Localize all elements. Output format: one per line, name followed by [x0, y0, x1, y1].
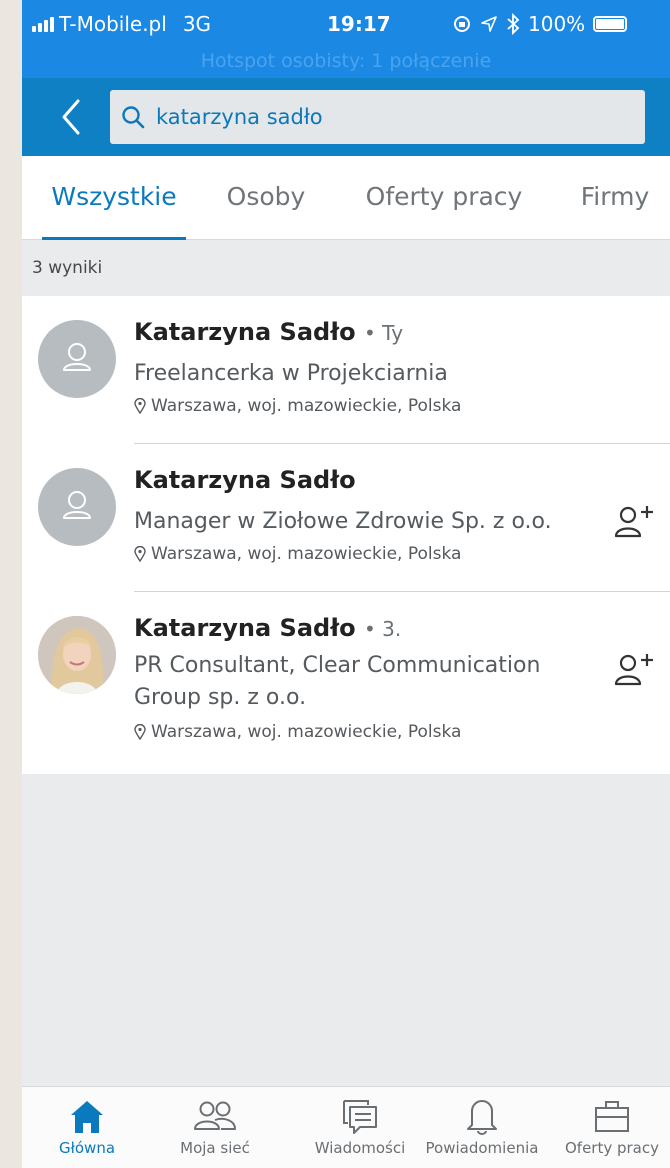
result-name-text: Katarzyna Sadło	[134, 466, 356, 494]
rotation-lock-icon	[454, 16, 470, 32]
results-count: 3 wyniki	[32, 258, 103, 278]
location-pin-icon	[134, 724, 146, 740]
result-item[interactable]: Katarzyna Sadło • Ty Freelancerka w Proj…	[22, 296, 670, 444]
location-pin-icon	[134, 398, 146, 414]
nav-label: Oferty pracy	[564, 1139, 659, 1157]
avatar	[38, 320, 116, 398]
carrier-info: T-Mobile.pl 3G	[32, 12, 211, 36]
nav-messages[interactable]: Wiadomości	[305, 1087, 415, 1168]
chevron-left-icon	[62, 99, 80, 135]
location-icon	[481, 16, 497, 32]
back-button[interactable]	[56, 97, 88, 137]
carrier-name: T-Mobile.pl	[59, 12, 167, 36]
nav-label: Powiadomienia	[425, 1139, 539, 1157]
filter-tabs: Wszystkie Osoby Oferty pracy Firmy	[22, 156, 670, 240]
result-name: Katarzyna Sadło • 3.	[134, 614, 401, 642]
connect-button[interactable]	[612, 502, 656, 542]
nav-notifications[interactable]: Powiadomienia	[420, 1087, 544, 1168]
result-headline: PR Consultant, Clear Communication Group…	[134, 653, 541, 710]
connection-degree: • 3.	[363, 617, 402, 641]
results-list: Katarzyna Sadło • Ty Freelancerka w Proj…	[22, 296, 670, 774]
search-header	[22, 78, 670, 156]
signal-icon	[32, 16, 54, 32]
result-name-text: Katarzyna Sadło	[134, 614, 356, 642]
result-name-text: Katarzyna Sadło	[134, 318, 356, 346]
result-name: Katarzyna Sadło	[134, 466, 356, 494]
placeholder-person-icon	[63, 343, 91, 371]
search-icon	[122, 106, 145, 129]
clock: 19:17	[327, 12, 391, 36]
connect-button[interactable]	[612, 650, 656, 690]
nav-label: Wiadomości	[314, 1139, 406, 1157]
nav-label: Moja sieć	[180, 1139, 250, 1157]
location-text: Warszawa, woj. mazowieckie, Polska	[151, 396, 462, 416]
status-icons: 100%	[452, 12, 628, 36]
result-location: Warszawa, woj. mazowieckie, Polska	[134, 396, 461, 416]
tab-all[interactable]: Wszystkie	[42, 156, 186, 240]
location-pin-icon	[134, 546, 146, 562]
battery-icon	[593, 16, 628, 32]
result-name: Katarzyna Sadło • Ty	[134, 318, 403, 346]
messages-icon	[343, 1100, 377, 1134]
result-headline: Freelancerka w Projekciarnia	[134, 361, 448, 386]
hotspot-banner[interactable]: Hotspot osobisty: 1 połączenie	[22, 44, 670, 78]
nav-label: Główna	[58, 1139, 116, 1157]
connection-degree: • Ty	[363, 321, 404, 345]
status-bar: T-Mobile.pl 3G 19:17 100%	[22, 0, 670, 44]
avatar	[38, 468, 116, 546]
bell-icon	[467, 1100, 497, 1135]
result-headline: Manager w Ziołowe Zdrowie Sp. z o.o.	[134, 509, 552, 534]
location-text: Warszawa, woj. mazowieckie, Polska	[151, 722, 462, 742]
network-icon	[194, 1101, 236, 1130]
search-input[interactable]	[156, 105, 616, 129]
add-person-icon	[614, 506, 653, 538]
nav-my-network[interactable]: Moja sieć	[165, 1087, 265, 1168]
briefcase-icon	[595, 1101, 629, 1132]
phone-screen: T-Mobile.pl 3G 19:17 100% Hotspot osobis…	[22, 0, 670, 1168]
bluetooth-icon	[507, 13, 520, 35]
profile-photo-graphic	[38, 616, 116, 694]
nav-home[interactable]: Główna	[42, 1087, 132, 1168]
network-type: 3G	[182, 12, 212, 36]
tab-companies[interactable]: Firmy	[575, 156, 655, 240]
result-location: Warszawa, woj. mazowieckie, Polska	[134, 544, 461, 564]
tab-jobs[interactable]: Oferty pracy	[364, 156, 524, 240]
profile-photo	[38, 616, 116, 694]
result-location: Warszawa, woj. mazowieckie, Polska	[134, 722, 461, 742]
result-item[interactable]: Katarzyna Sadło • 3. PR Consultant, Clea…	[22, 592, 670, 774]
add-person-icon	[614, 654, 653, 686]
tab-people[interactable]: Osoby	[226, 156, 306, 240]
home-icon	[71, 1101, 103, 1133]
nav-jobs[interactable]: Oferty pracy	[557, 1087, 667, 1168]
search-bar[interactable]	[110, 90, 645, 144]
location-text: Warszawa, woj. mazowieckie, Polska	[151, 544, 462, 564]
bottom-nav: Główna Moja sieć Wiadomości Powiadomieni…	[22, 1086, 670, 1168]
placeholder-person-icon	[63, 491, 91, 519]
battery-percent: 100%	[528, 12, 586, 36]
result-item[interactable]: Katarzyna Sadło Manager w Ziołowe Zdrowi…	[22, 444, 670, 592]
